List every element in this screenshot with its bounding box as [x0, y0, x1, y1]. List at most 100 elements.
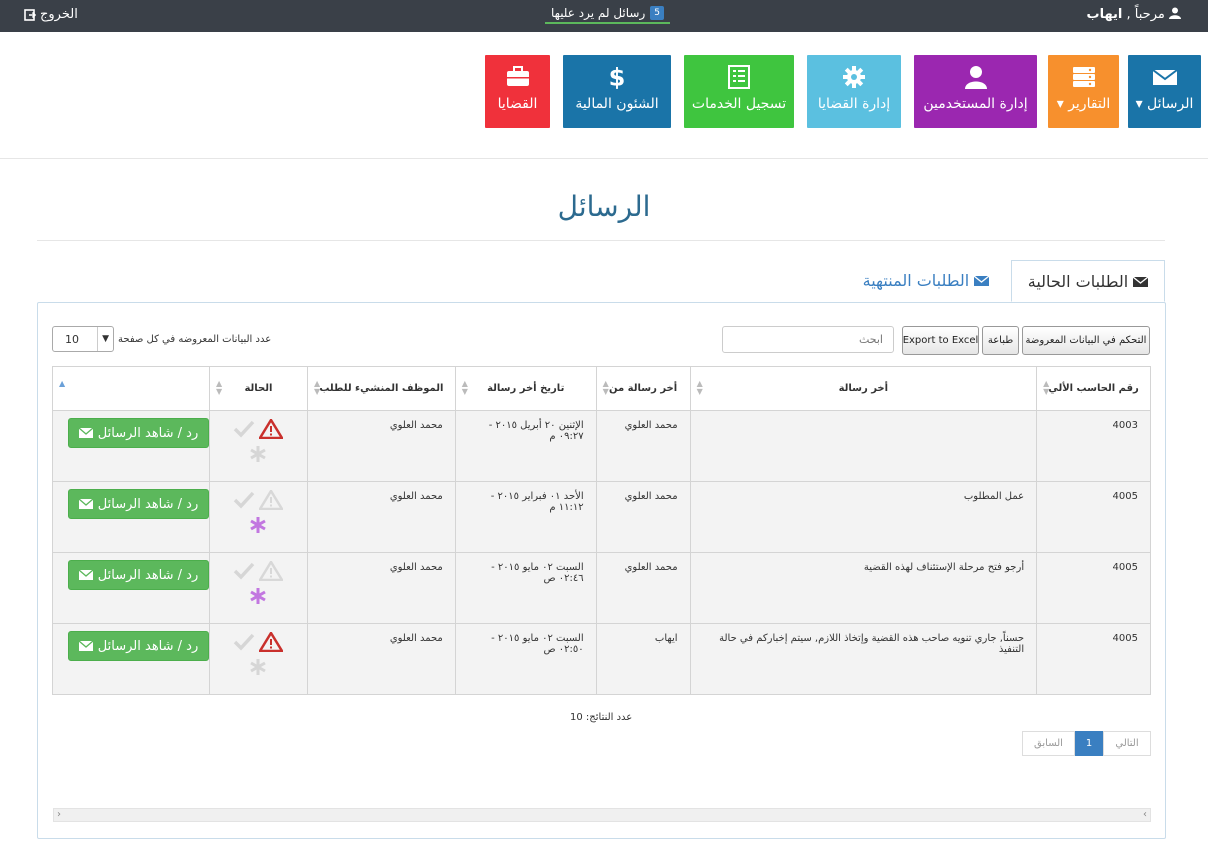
cell-computer-no: 4005	[1036, 552, 1151, 624]
cell-creator: محمد العلوي	[306, 410, 456, 482]
logout-label: الخروج	[40, 7, 78, 22]
cell-computer-no: 4005	[1036, 481, 1151, 553]
warning-icon	[259, 419, 284, 439]
tile-label: التقارير	[1068, 96, 1111, 112]
column-header-actions[interactable]: ▲	[51, 366, 211, 411]
cell-last-message: حسناً, جاري تنويه صاحب هذه القضية وإتخاذ…	[689, 623, 1038, 695]
reply-button-label: رد / شاهد الرسائل	[97, 567, 199, 583]
sort-icon: ▲ ▼	[313, 379, 321, 396]
envelope-icon	[973, 275, 990, 286]
tile-finance[interactable]: $ الشئون المالية	[563, 55, 671, 128]
envelope-icon	[78, 499, 93, 509]
column-header-computer-no[interactable]: رقم الحاسب الألي ▲ ▼	[1036, 366, 1151, 411]
print-button[interactable]: طباعة	[982, 326, 1019, 355]
cell-last-date: السبت ٠٢ مايو ٢٠١٥ - ٠٢:٥٠ ص	[454, 623, 597, 695]
check-icon	[234, 633, 255, 651]
table-header-row: رقم الحاسب الألي ▲ ▼ أخر رسالة ▲ ▼ أخر رسالة…	[51, 366, 1151, 411]
tile-label: الرسائل	[1147, 96, 1194, 112]
user-icon	[964, 66, 987, 89]
dollar-icon: $	[609, 65, 626, 89]
check-icon	[234, 562, 255, 580]
per-page-label: عدد البيانات المعروضه في كل صفحة	[118, 334, 272, 345]
list-icon	[728, 65, 750, 89]
reply-button-label: رد / شاهد الرسائل	[97, 496, 199, 512]
welcome-prefix: مرحباً ,	[1126, 7, 1165, 22]
column-header-last-date[interactable]: تاريخ أخر رسالة ▲ ▼	[454, 366, 597, 411]
asterisk-icon	[250, 659, 267, 675]
tab-current-requests[interactable]: الطلبات الحالية	[1011, 260, 1165, 302]
cell-last-from: محمد العلوي	[595, 410, 691, 482]
envelope-icon	[78, 570, 93, 580]
column-header-status[interactable]: الحالة ▲ ▼	[209, 366, 308, 411]
pagination-previous[interactable]: السابق	[1022, 731, 1075, 756]
reply-view-messages-button[interactable]: رد / شاهد الرسائل	[68, 418, 210, 448]
envelope-icon	[78, 428, 93, 438]
warning-icon	[259, 632, 284, 652]
pagination-page[interactable]: 1	[1075, 731, 1103, 756]
svg-text:$: $	[609, 65, 626, 89]
envelope-icon	[1132, 276, 1149, 287]
cell-last-date: الأحد ٠١ فبراير ٢٠١٥ - ١١:١٢ م	[454, 481, 597, 553]
cell-actions: رد / شاهد الرسائل	[51, 552, 211, 624]
tile-messages[interactable]: الرسائل ▾	[1128, 55, 1201, 128]
export-excel-button[interactable]: Export to Excel	[902, 326, 979, 355]
sort-icon: ▲ ▼	[602, 379, 609, 396]
envelope-icon	[1151, 69, 1178, 85]
unread-label: رسائل لم يرد عليها	[551, 6, 646, 20]
logout-icon	[24, 8, 36, 21]
search-input[interactable]	[722, 326, 894, 353]
tile-case-management[interactable]: إدارة القضايا	[807, 55, 901, 128]
cell-last-date: السبت ٠٢ مايو ٢٠١٥ - ٠٢:٤٦ ص	[454, 552, 597, 624]
table-row: 4003 محمد العلوي الإثنين ٢٠ أبريل ٢٠١٥ - ٠…	[51, 410, 1151, 482]
tab-label: الطلبات الحالية	[1027, 272, 1129, 291]
tab-finished-requests[interactable]: الطلبات المنتهية	[848, 260, 1004, 302]
sort-icon: ▲ ▼	[696, 379, 703, 396]
tile-cases[interactable]: القضايا	[485, 55, 550, 128]
table-row: 4005 أرجو فتح مرحلة الإستئناف لهذه القضية…	[51, 552, 1151, 624]
cell-last-from: محمد العلوي	[595, 552, 691, 624]
cell-last-from: ايهاب	[595, 623, 691, 695]
per-page-select[interactable]: 10 ▼	[52, 326, 114, 352]
cell-last-message: عمل المطلوب	[689, 481, 1038, 553]
pagination-next[interactable]: التالي	[1103, 731, 1151, 756]
cell-creator: محمد العلوي	[306, 552, 456, 624]
cell-status	[209, 481, 308, 553]
cell-status	[209, 623, 308, 695]
pagination: التالي 1 السابق	[1022, 731, 1151, 756]
cell-computer-no: 4005	[1036, 623, 1151, 695]
logout-link[interactable]: الخروج	[24, 7, 78, 22]
top-navbar: مرحباً , ايهاب 5 رسائل لم يرد عليها الخر…	[0, 0, 1208, 32]
column-visibility-button[interactable]: التحكم في البيانات المعروضة	[1022, 326, 1150, 355]
cell-actions: رد / شاهد الرسائل	[51, 623, 211, 695]
envelope-icon	[78, 641, 93, 651]
divider	[37, 240, 1165, 241]
tile-service-registration[interactable]: تسجيل الخدمات	[684, 55, 794, 128]
results-count: عدد النتائج: 10	[570, 712, 633, 723]
column-header-creator[interactable]: الموظف المنشيء للطلب ▲ ▼	[306, 366, 456, 411]
cell-last-message: أرجو فتح مرحلة الإستئناف لهذه القضية	[689, 552, 1038, 624]
reply-view-messages-button[interactable]: رد / شاهد الرسائل	[68, 560, 210, 590]
warning-icon	[259, 561, 284, 581]
tile-reports[interactable]: التقارير ▾	[1048, 55, 1119, 128]
tab-label: الطلبات المنتهية	[862, 271, 970, 290]
per-page-value: 10	[65, 332, 79, 346]
user-icon	[1169, 7, 1181, 19]
tile-user-management[interactable]: إدارة المستخدمين	[914, 55, 1037, 128]
username: ايهاب	[1086, 7, 1123, 22]
asterisk-icon	[250, 446, 267, 462]
reply-view-messages-button[interactable]: رد / شاهد الرسائل	[68, 489, 210, 519]
horizontal-scrollbar[interactable]: ‹ ›	[53, 808, 1151, 822]
divider	[0, 158, 1208, 159]
scroll-left-arrow[interactable]: ‹	[57, 809, 61, 820]
cell-status	[209, 410, 308, 482]
reply-button-label: رد / شاهد الرسائل	[97, 425, 199, 441]
reply-button-label: رد / شاهد الرسائل	[97, 638, 199, 654]
scroll-right-arrow[interactable]: ›	[1143, 809, 1147, 820]
cell-last-message	[689, 410, 1038, 482]
column-header-last-from[interactable]: أخر رسالة من ▲ ▼	[595, 366, 691, 411]
column-header-last-message[interactable]: أخر رسالة ▲ ▼	[689, 366, 1038, 411]
reply-view-messages-button[interactable]: رد / شاهد الرسائل	[68, 631, 210, 661]
table-row: 4005 حسناً, جاري تنويه صاحب هذه القضية وإ…	[51, 623, 1151, 695]
unread-messages-link[interactable]: 5 رسائل لم يرد عليها	[545, 2, 670, 24]
cell-last-date: الإثنين ٢٠ أبريل ٢٠١٥ - ٠٩:٢٧ م	[454, 410, 597, 482]
